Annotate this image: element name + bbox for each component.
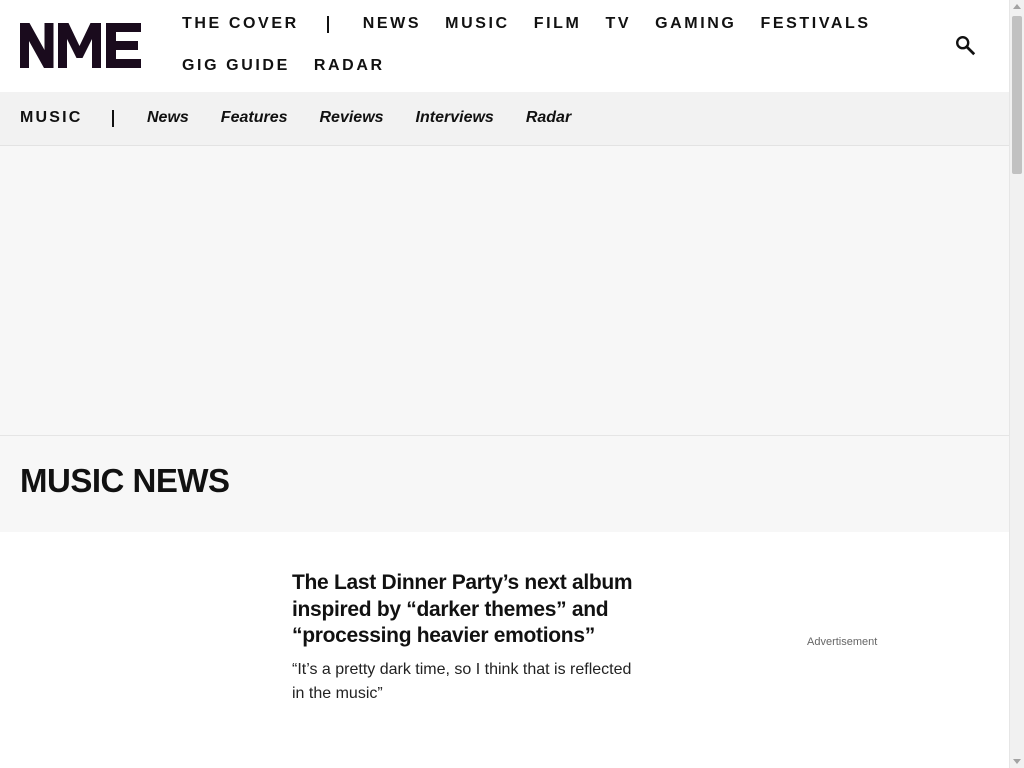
top-ad-slot	[0, 146, 1009, 436]
article-title-link[interactable]: The Last Dinner Party’s next album inspi…	[292, 570, 637, 650]
site-header: THE COVER NEWS MUSIC FILM TV GAMING FEST…	[0, 0, 1009, 92]
subnav-items: News Features Reviews Interviews Radar	[147, 109, 603, 127]
section-header: MUSIC NEWS	[0, 436, 1009, 532]
subnav-title[interactable]: MUSIC	[20, 109, 83, 127]
nav-item-gig-guide[interactable]: GIG GUIDE	[182, 57, 290, 75]
nav-item-the-cover[interactable]: THE COVER	[182, 15, 299, 33]
nav-item-news[interactable]: NEWS	[363, 15, 421, 33]
scroll-up-arrow-icon[interactable]	[1013, 4, 1021, 9]
subnav-divider	[112, 110, 114, 127]
subnav-item-features[interactable]: Features	[221, 109, 288, 127]
page-title: MUSIC NEWS	[20, 462, 230, 499]
subnav-item-news[interactable]: News	[147, 109, 189, 127]
primary-nav-row-1: THE COVER NEWS MUSIC FILM TV GAMING FEST…	[182, 12, 871, 36]
nav-divider	[326, 15, 329, 33]
page-scrollbar[interactable]	[1009, 0, 1024, 768]
scrollbar-thumb[interactable]	[1012, 16, 1022, 174]
subnav-item-reviews[interactable]: Reviews	[320, 109, 384, 127]
nav-item-radar[interactable]: RADAR	[314, 57, 385, 75]
nav-item-music[interactable]: MUSIC	[445, 15, 510, 33]
article-excerpt: “It’s a pretty dark time, so I think tha…	[292, 660, 632, 702]
list-item: The Last Dinner Party’s next album inspi…	[292, 570, 637, 706]
page: THE COVER NEWS MUSIC FILM TV GAMING FEST…	[0, 0, 1009, 768]
nme-logo[interactable]	[20, 23, 141, 68]
nav-item-gaming[interactable]: GAMING	[655, 15, 736, 33]
scroll-down-arrow-icon[interactable]	[1013, 759, 1021, 764]
nav-item-festivals[interactable]: FESTIVALS	[760, 15, 870, 33]
nav-item-tv[interactable]: TV	[605, 15, 631, 33]
music-subnav: MUSIC News Features Reviews Interviews R…	[0, 92, 1009, 146]
subnav-item-radar[interactable]: Radar	[526, 109, 571, 127]
nav-item-film[interactable]: FILM	[534, 15, 582, 33]
subnav-item-interviews[interactable]: Interviews	[416, 109, 494, 127]
advertisement-label: Advertisement	[807, 636, 878, 648]
search-icon[interactable]	[954, 34, 976, 56]
article-list: The Last Dinner Party’s next album inspi…	[0, 532, 1009, 768]
primary-nav-row-2: GIG GUIDE RADAR	[182, 54, 385, 78]
